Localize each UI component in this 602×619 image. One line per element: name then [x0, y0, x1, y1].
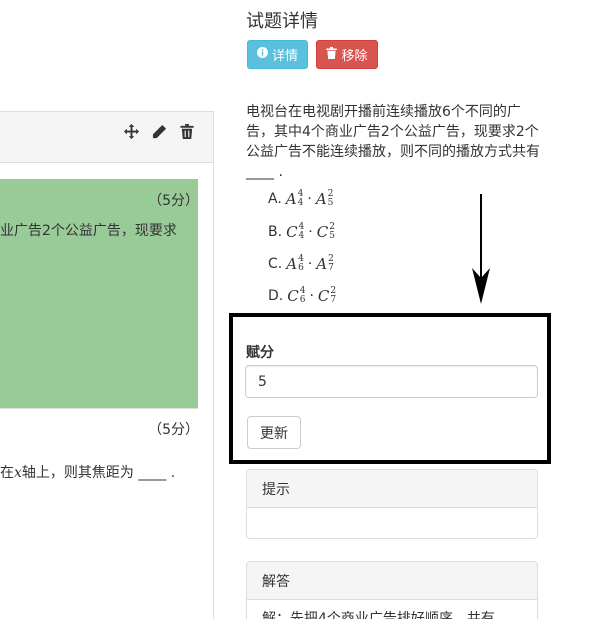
page-title: 试题详情 — [246, 11, 318, 32]
question-list-header — [0, 112, 213, 163]
info-icon — [256, 47, 268, 62]
update-button[interactable]: 更新 — [247, 416, 301, 449]
move-icon[interactable] — [122, 122, 140, 140]
trash-icon — [326, 46, 338, 63]
remove-button-label: 移除 — [341, 49, 368, 64]
hint-panel: 提示 — [246, 469, 538, 539]
question-score: （5分） — [148, 422, 199, 438]
option-b: B. C44 · C25 — [268, 222, 335, 242]
detail-button-label: 详情 — [271, 49, 298, 64]
trash-icon[interactable] — [178, 122, 196, 140]
option-a: A. A44 · A25 — [268, 189, 334, 209]
arrow-down-icon — [472, 194, 490, 304]
pencil-icon[interactable] — [150, 122, 168, 140]
question-list-panel: （5分） 业广告2个公益广告，现要求 （5分） 在x轴上，则其焦距为 ____ … — [0, 111, 214, 619]
question-text: 业广告2个公益广告，现要求 — [0, 223, 177, 239]
option-d: D. C46 · C27 — [268, 286, 337, 306]
question-stem: 电视台在电视剧开播前连续播放6个不同的广告，其中4个商业广告2个公益广告，现要求… — [246, 104, 540, 180]
question-score: （5分） — [148, 193, 199, 209]
option-c: C. A46 · A27 — [268, 254, 334, 274]
remove-button[interactable]: 移除 — [316, 40, 378, 69]
answer-panel-title: 解答 — [247, 562, 537, 600]
divider — [0, 408, 198, 409]
question-card-selected[interactable] — [0, 179, 198, 408]
score-label: 赋分 — [246, 345, 274, 361]
hint-panel-body — [247, 508, 537, 524]
question-text: 在x轴上，则其焦距为 ____ . — [0, 465, 176, 481]
score-input[interactable] — [245, 365, 538, 398]
answer-panel: 解答 解：先把4个商业广告排好顺序，共有 — [246, 561, 538, 619]
hint-panel-title: 提示 — [247, 470, 537, 508]
detail-button[interactable]: 详情 — [247, 40, 308, 69]
answer-panel-body: 解：先把4个商业广告排好顺序，共有 — [262, 611, 495, 619]
